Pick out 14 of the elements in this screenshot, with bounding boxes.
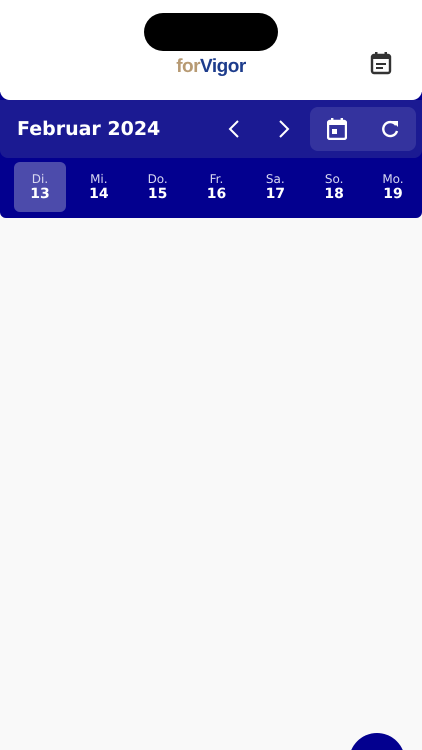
day-tab[interactable]: Mo. 19 xyxy=(366,162,419,212)
refresh-icon[interactable] xyxy=(380,119,400,139)
next-icon[interactable] xyxy=(278,119,290,139)
day-tab[interactable]: Mi. 14 xyxy=(72,162,125,212)
logo: forVigor xyxy=(176,56,246,78)
previous-icon[interactable] xyxy=(228,119,240,139)
notes-icon[interactable] xyxy=(370,51,392,75)
day-tab[interactable]: Di. 13 xyxy=(14,162,66,212)
day-tab[interactable]: Do. 15 xyxy=(132,162,184,212)
day-tab[interactable]: So. 18 xyxy=(308,162,360,212)
day-tab[interactable]: Fr. 16 xyxy=(190,162,242,212)
calendar-icon[interactable] xyxy=(326,118,346,140)
day-tab[interactable]: Sa. 17 xyxy=(249,162,302,212)
month-title: Februar 2024 xyxy=(17,118,162,140)
